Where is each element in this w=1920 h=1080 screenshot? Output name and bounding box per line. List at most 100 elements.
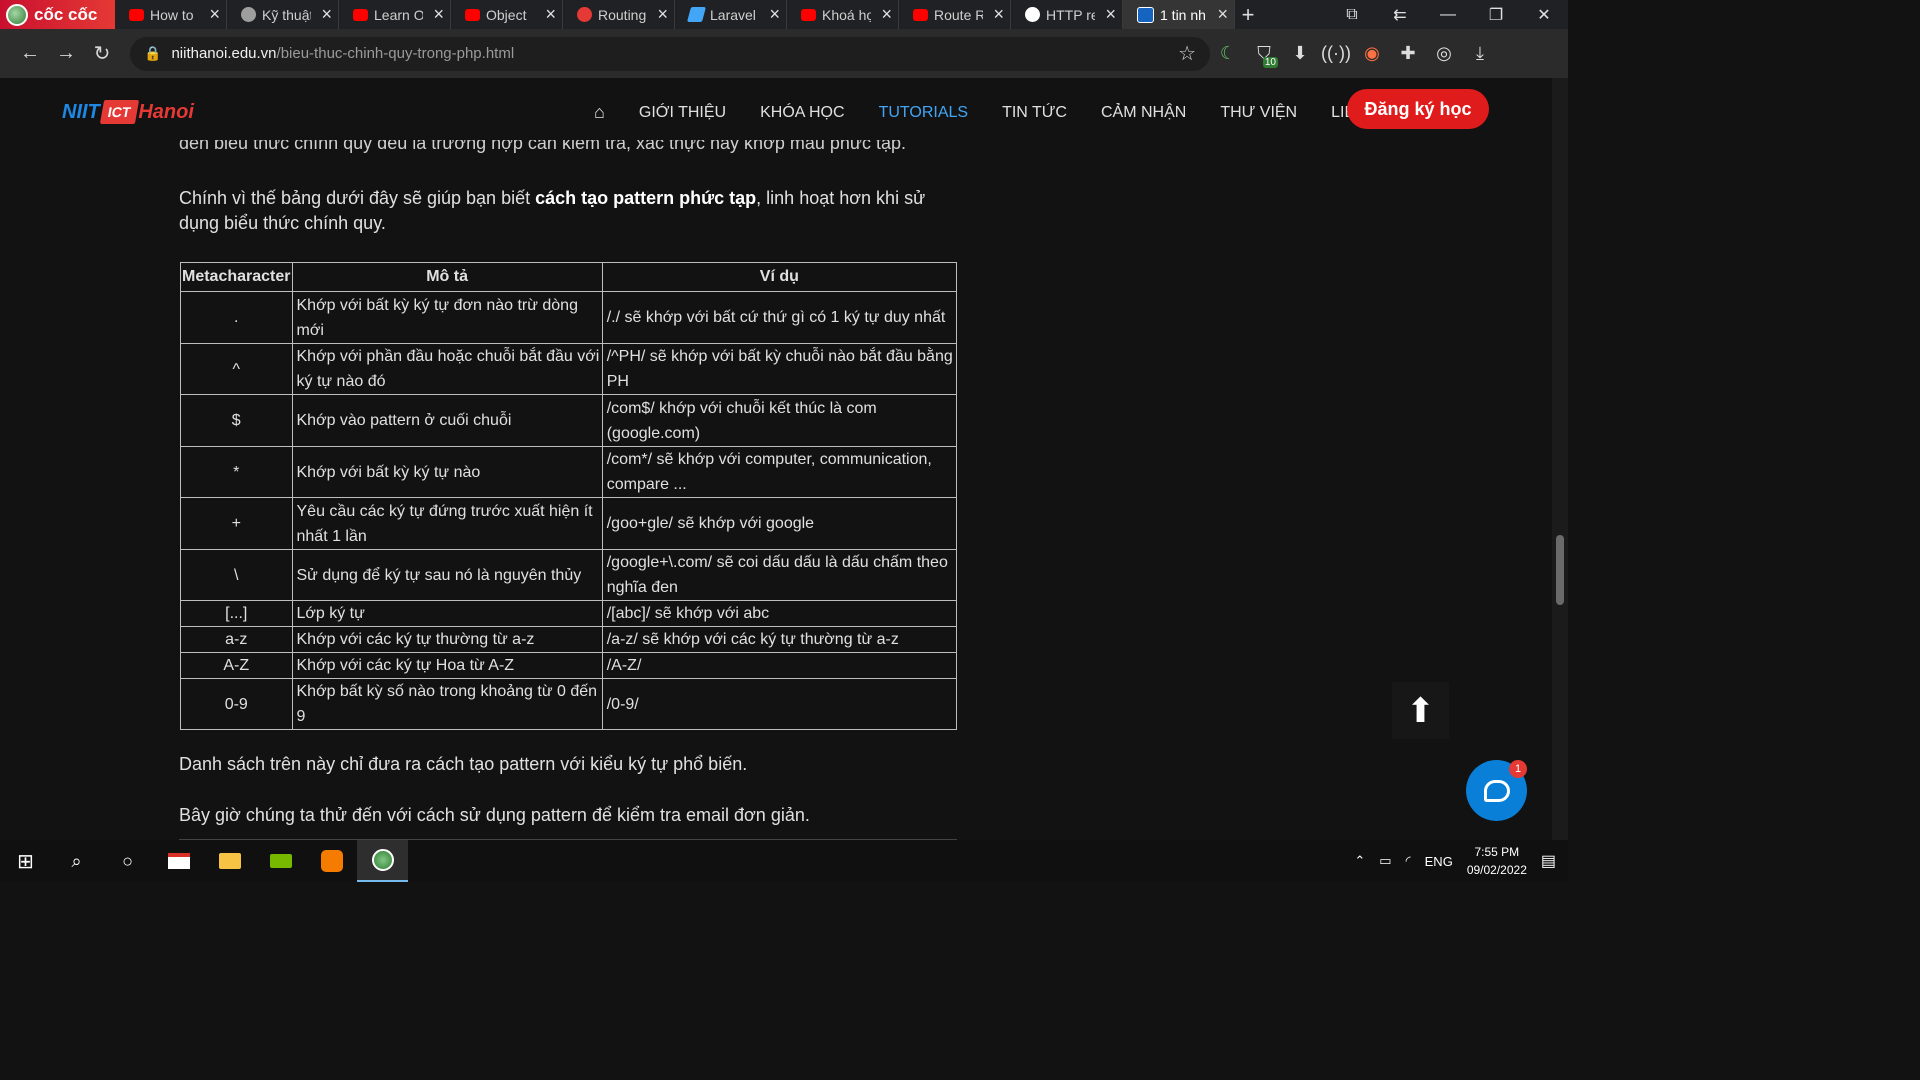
bookmark-star-icon[interactable]: ☆ xyxy=(1178,41,1196,66)
table-cell: a-z xyxy=(180,626,293,653)
coccoc-app[interactable] xyxy=(357,840,408,882)
laravel-icon xyxy=(577,7,592,22)
wifi-icon[interactable]: ◜ xyxy=(1406,853,1411,869)
clock[interactable]: 7:55 PM 09/02/2022 xyxy=(1467,843,1527,879)
browser-tab[interactable]: Learn O × xyxy=(339,0,451,29)
nvidia-app[interactable] xyxy=(255,840,306,882)
close-icon[interactable]: × xyxy=(433,4,444,25)
column-header: Metacharacter xyxy=(180,262,293,292)
table-cell: ^ xyxy=(180,343,293,395)
browser-tab[interactable]: Laravel × xyxy=(675,0,787,29)
tab-search-icon[interactable]: ⧉ xyxy=(1328,6,1376,24)
browser-tab[interactable]: Route R × xyxy=(899,0,1011,29)
youtube-icon xyxy=(465,8,480,21)
battery-icon[interactable]: ▭ xyxy=(1379,853,1391,869)
extensions-puzzle-icon[interactable]: ✚ xyxy=(1390,43,1426,64)
close-icon[interactable]: × xyxy=(1105,4,1116,25)
menu-item-khoa-hoc[interactable]: KHÓA HỌC xyxy=(760,104,844,122)
cortana-icon[interactable]: ○ xyxy=(102,840,153,882)
table-row: . Khớp với bất kỳ ký tự đơn nào trừ dòng… xyxy=(180,291,958,344)
close-icon[interactable]: × xyxy=(769,4,780,25)
intro-bold-text: cách tạo pattern phức tạp xyxy=(535,188,757,208)
cast-icon[interactable]: ((·)) xyxy=(1318,43,1354,64)
address-bar[interactable]: 🔒 niithanoi.edu.vn/bieu-thuc-chinh-quy-t… xyxy=(130,36,1210,71)
table-cell: /goo+gle/ sẽ khớp với google xyxy=(601,497,958,550)
table-cell: . xyxy=(180,291,293,344)
table-cell: /[abc]/ sẽ khớp với abc xyxy=(601,600,958,627)
restore-icon[interactable]: ❐ xyxy=(1472,5,1520,25)
dark-mode-extension-icon[interactable]: ☾ xyxy=(1210,43,1246,64)
tab-title: HTTP re xyxy=(1046,6,1096,23)
register-button[interactable]: Đăng ký học xyxy=(1347,89,1489,129)
close-icon[interactable]: × xyxy=(657,4,668,25)
page-scrollbar[interactable] xyxy=(1552,78,1568,840)
downloads-icon[interactable]: ⤓ xyxy=(1462,43,1498,64)
file-explorer-app[interactable] xyxy=(204,840,255,882)
close-icon[interactable]: × xyxy=(881,4,892,25)
menu-item-thu-vien[interactable]: THƯ VIỆN xyxy=(1220,104,1297,122)
back-forward-cache-icon[interactable]: ⇇ xyxy=(1376,5,1424,25)
chat-widget-button[interactable]: 1 xyxy=(1466,760,1527,821)
close-icon[interactable]: × xyxy=(321,4,332,25)
back-to-top-button[interactable]: ⬆ xyxy=(1392,682,1449,739)
gmail-icon xyxy=(167,853,190,869)
close-icon[interactable]: × xyxy=(545,4,556,25)
chevron-up-icon[interactable]: ⌃ xyxy=(1354,853,1365,869)
table-row: * Khớp với bất kỳ ký tự nào /com*/ sẽ kh… xyxy=(180,446,958,498)
menu-item-tin-tuc[interactable]: TIN TỨC xyxy=(1002,104,1067,122)
tab-title: Routing xyxy=(598,6,647,23)
table-header-row: Metacharacter Mô tả Ví dụ xyxy=(180,262,958,292)
close-icon[interactable]: × xyxy=(1217,4,1228,25)
logo-hanoi-text: Hanoi xyxy=(138,100,194,123)
profile-avatar-icon[interactable]: ◎ xyxy=(1426,43,1462,64)
browser-tab[interactable]: Khoá họ × xyxy=(787,0,899,29)
browser-tab[interactable]: Kỹ thuật × xyxy=(227,0,339,29)
coccoc-menu-button[interactable]: cốc cốc xyxy=(0,0,115,29)
browser-tab-active[interactable]: 1 tin nh × xyxy=(1123,0,1235,29)
browser-tab[interactable]: Object × xyxy=(451,0,563,29)
adblock-extension-icon[interactable]: ⛉ 10 xyxy=(1246,43,1282,68)
window-close-icon[interactable]: ✕ xyxy=(1520,5,1568,25)
orange-app[interactable] xyxy=(306,840,357,882)
notification-center-icon[interactable]: ▤ xyxy=(1541,851,1556,871)
after-table-paragraph: Danh sách trên này chỉ đưa ra cách tạo p… xyxy=(179,754,748,774)
window-controls: ⧉ ⇇ — ❐ ✕ xyxy=(1328,0,1568,29)
table-cell: /^PH/ sẽ khớp với bất kỳ chuỗi nào bắt đ… xyxy=(601,343,958,395)
logo-niit-text: NIIT xyxy=(62,100,100,123)
url-host: niithanoi.edu.vn xyxy=(171,45,277,62)
close-icon[interactable]: × xyxy=(209,4,220,25)
intro-text: Chính vì thế bảng dưới đây sẽ giúp bạn b… xyxy=(179,188,536,208)
table-cell: Lớp ký tự xyxy=(291,600,603,627)
new-tab-button[interactable]: + xyxy=(1235,2,1261,28)
browser-tab[interactable]: How to × xyxy=(115,0,227,29)
menu-item-tutorials[interactable]: TUTORIALS xyxy=(879,104,969,122)
coccoc-icon xyxy=(371,849,394,871)
arrow-up-icon: ⬆ xyxy=(1406,691,1435,730)
language-indicator[interactable]: ENG xyxy=(1425,854,1453,869)
clock-date: 09/02/2022 xyxy=(1466,863,1527,877)
tab-title: Laravel xyxy=(710,6,756,23)
browser-tab[interactable]: HTTP re × xyxy=(1011,0,1123,29)
gmail-app[interactable] xyxy=(153,840,204,882)
windows-start-icon[interactable]: ⊞ xyxy=(0,840,51,882)
download-extension-icon[interactable]: ⬇ xyxy=(1282,43,1318,64)
lock-icon[interactable]: 🔒 xyxy=(144,45,161,62)
scrollbar-thumb[interactable] xyxy=(1556,535,1564,605)
search-icon[interactable]: ⌕ xyxy=(51,840,102,882)
reload-icon[interactable]: ↻ xyxy=(84,41,120,66)
forward-arrow-icon[interactable]: → xyxy=(48,42,84,65)
home-icon[interactable]: ⌂ xyxy=(594,102,605,123)
table-cell: Khớp với bất kỳ ký tự nào xyxy=(291,446,603,498)
table-cell: /com*/ sẽ khớp với computer, communicati… xyxy=(601,446,958,498)
browser-tab[interactable]: Routing × xyxy=(563,0,675,29)
minimize-icon[interactable]: — xyxy=(1424,6,1472,24)
coccoc-extension-icon[interactable]: ◉ xyxy=(1354,43,1390,64)
menu-item-gioi-thieu[interactable]: GIỚI THIỆU xyxy=(639,104,726,122)
niit-icon xyxy=(1137,6,1154,23)
back-arrow-icon[interactable]: ← xyxy=(12,42,48,65)
web-icon xyxy=(1025,7,1040,22)
clock-time: 7:55 PM xyxy=(1474,845,1520,859)
menu-item-cam-nhan[interactable]: CẢM NHẬN xyxy=(1101,104,1186,122)
site-logo[interactable]: NIIT ICT Hanoi xyxy=(62,100,194,124)
close-icon[interactable]: × xyxy=(993,4,1004,25)
